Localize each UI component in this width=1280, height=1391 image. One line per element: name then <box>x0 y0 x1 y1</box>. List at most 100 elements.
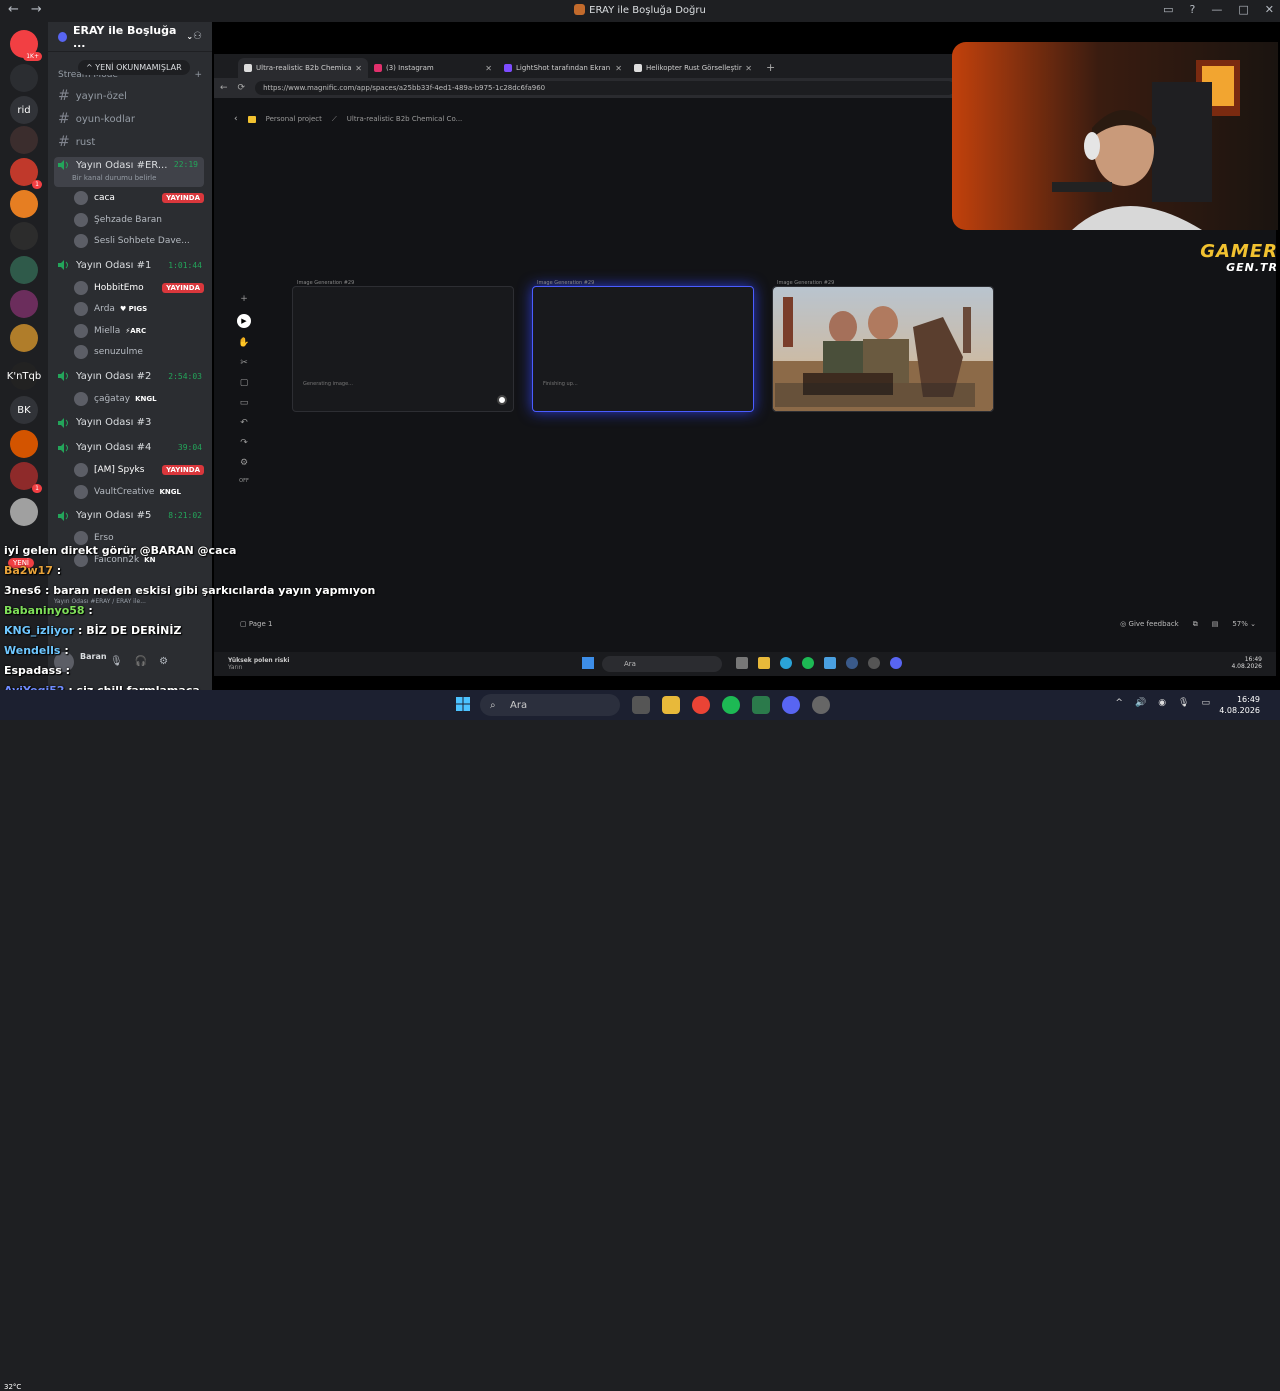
browser-nav: ← ⟳ <box>220 83 245 93</box>
server-icon[interactable]: 1 <box>10 158 42 189</box>
display-icon[interactable]: ▭ <box>1201 698 1210 708</box>
volume-icon[interactable]: 🔊 <box>1135 698 1146 708</box>
voice-user[interactable]: [AM] Spyks YAYINDA <box>74 463 204 477</box>
voice-user[interactable]: Miella ⚡ARC <box>74 323 204 338</box>
server-icon[interactable] <box>10 498 38 526</box>
voice-user[interactable]: senuzulme <box>74 345 204 359</box>
new-unreads-pill[interactable]: ^ YENİ OKUNMAMIŞLAR <box>78 60 190 75</box>
discord-icon <box>890 657 902 669</box>
close-button[interactable]: ✕ <box>1265 3 1274 16</box>
browser-tab[interactable]: Ultra-realistic B2b Chemical Camp✕ <box>238 58 368 78</box>
server-icon[interactable] <box>10 430 38 458</box>
browser-tab[interactable]: Helikopter Rust Görselleştirme✕ <box>628 58 758 78</box>
voice-user[interactable]: HobbitEmo YAYINDA <box>74 280 204 295</box>
redo-icon[interactable]: ↷ <box>240 438 248 448</box>
close-tab-icon[interactable]: ✕ <box>745 64 752 73</box>
voice-channel[interactable]: Yayın Odası #4 39:04 <box>58 442 208 453</box>
server-icon[interactable] <box>10 324 38 352</box>
windows-start-icon <box>582 657 594 669</box>
generated-image <box>773 287 993 411</box>
comment-icon[interactable]: ▭ <box>240 398 249 408</box>
scissors-icon[interactable]: ✂ <box>240 358 248 368</box>
network-icon[interactable]: ◉ <box>1158 698 1166 708</box>
chrome-icon[interactable] <box>692 696 710 714</box>
url-field[interactable]: https://www.magnific.com/app/spaces/a25b… <box>255 81 956 95</box>
channel-status[interactable]: Bir kanal durumu belirle <box>72 174 156 182</box>
add-member-icon[interactable]: ⚇ <box>193 31 202 42</box>
server-icon[interactable]: BK <box>10 396 38 424</box>
add-channel-icon[interactable]: + <box>194 70 202 80</box>
reload-icon[interactable]: ⟳ <box>238 83 246 93</box>
image-node-1[interactable]: Image Generation #29 Generating image... <box>292 280 514 412</box>
guild-header[interactable]: ERAY ile Boşluğa ... ⌄ ⚇ <box>48 22 212 52</box>
server-icon[interactable] <box>10 126 38 154</box>
browser-back-icon[interactable]: ← <box>220 83 228 93</box>
server-icon[interactable]: 1 <box>10 462 42 493</box>
voice-user[interactable]: çağatay KNGL <box>74 391 204 406</box>
file-explorer-icon[interactable] <box>662 696 680 714</box>
hand-icon[interactable]: ✋ <box>238 338 249 348</box>
book-icon[interactable]: ▤ <box>1212 620 1219 629</box>
server-icon[interactable] <box>10 64 38 92</box>
server-icon[interactable] <box>10 290 38 318</box>
text-channel[interactable]: # rust <box>58 134 208 150</box>
voice-channel[interactable]: Yayın Odası #1 1:01:44 <box>58 260 208 271</box>
undo-icon[interactable]: ↶ <box>240 418 248 428</box>
add-node-icon[interactable]: + <box>240 294 248 304</box>
server-icon[interactable] <box>10 222 38 250</box>
back-chevron-icon[interactable]: ‹ <box>234 114 238 124</box>
close-tab-icon[interactable]: ✕ <box>615 64 622 73</box>
voice-user[interactable]: VaultCreative KNGL <box>74 484 204 499</box>
discord-icon[interactable] <box>782 696 800 714</box>
server-icon[interactable] <box>10 256 38 284</box>
tray-expand-icon[interactable]: ^ <box>1115 698 1123 708</box>
app-icon[interactable] <box>752 696 770 714</box>
obs-icon[interactable] <box>812 696 830 714</box>
image-node-3[interactable]: Image Generation #29 <box>772 280 994 412</box>
taskbar-search[interactable]: ⌕ Ara <box>480 694 620 716</box>
voice-user[interactable]: Şehzade Baran <box>74 212 204 227</box>
close-tab-icon[interactable]: ✕ <box>485 64 492 73</box>
separator-icon: ⟋ <box>331 114 337 123</box>
avatar <box>74 391 88 406</box>
image-node-2[interactable]: Image Generation #29 Finishing up... <box>532 280 754 412</box>
voice-channel[interactable]: Yayın Odası #5 8:21:02 <box>58 510 208 521</box>
taskview-icon[interactable] <box>632 696 650 714</box>
text-channel[interactable]: # oyun-kodlar <box>58 111 208 127</box>
server-icon[interactable] <box>10 190 38 218</box>
windows-start-icon[interactable] <box>456 697 470 711</box>
voice-user[interactable]: caca YAYINDA <box>74 191 204 205</box>
voice-user[interactable]: Erso <box>74 531 204 545</box>
browser-tab[interactable]: (3) Instagram ✕ <box>368 58 498 78</box>
inbox-icon[interactable]: ▭ <box>1163 3 1173 16</box>
avatar <box>74 323 88 338</box>
mic-icon[interactable]: 🎙 <box>1178 698 1189 708</box>
server-icon[interactable]: K'nTqb <box>7 362 41 390</box>
folder-app-icon <box>758 657 770 669</box>
layers-icon[interactable]: ⧉ <box>1193 620 1198 629</box>
play-icon[interactable]: ▶ <box>237 314 251 328</box>
text-channel[interactable]: # yayın-özel <box>58 88 208 104</box>
close-tab-icon[interactable]: ✕ <box>355 64 362 73</box>
server-icon[interactable]: 1K+ <box>10 30 42 61</box>
frame-icon[interactable]: ▢ <box>240 378 249 388</box>
voice-channel[interactable]: Yayın Odası #3 <box>58 417 208 428</box>
minimize-button[interactable]: — <box>1211 3 1222 16</box>
maximize-button[interactable]: □ <box>1238 3 1248 16</box>
tab-favicon-icon <box>504 64 512 72</box>
new-tab-button[interactable]: + <box>766 61 775 74</box>
browser-tab[interactable]: LightShot tarafından Ekran Görün✕ <box>498 58 628 78</box>
help-icon[interactable]: ? <box>1190 3 1196 16</box>
voice-channel[interactable]: Yayın Odası #ER... 22:19 Bir kanal durumu … <box>54 157 204 187</box>
spotify-icon[interactable] <box>722 696 740 714</box>
voice-channel[interactable]: Yayın Odası #2 2:54:03 <box>58 371 208 382</box>
feedback-button[interactable]: ◎ Give feedback <box>1120 620 1179 629</box>
avatar <box>74 302 88 316</box>
server-icon[interactable]: rid <box>10 96 38 124</box>
voice-user[interactable]: Sesli Sohbete Dave... <box>74 234 204 248</box>
voice-user[interactable]: Arda ♥ PIGS <box>74 302 204 316</box>
taskbar-clock[interactable]: 16:49 4.08.2026 <box>1219 694 1260 716</box>
settings-icon[interactable]: ⚙ <box>240 458 248 468</box>
zoom-level[interactable]: 57% ⌄ <box>1232 620 1256 629</box>
node-output-handle[interactable] <box>497 395 507 405</box>
